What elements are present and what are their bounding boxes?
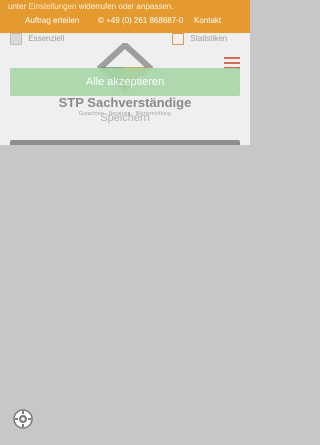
cookie-intro-text: unter Einstellungen widerrufen oder anpa… xyxy=(8,2,173,11)
settings-link[interactable]: Einstellungen xyxy=(28,2,76,11)
essential-label: Essenziell xyxy=(28,34,65,44)
intro-suffix: widerrufen oder anpassen. xyxy=(78,2,174,11)
save-button[interactable]: Speichern xyxy=(0,112,250,124)
intro-prefix: unter xyxy=(8,2,27,11)
statistics-checkbox[interactable] xyxy=(172,33,184,45)
statistics-checkbox-row[interactable]: Statistiken xyxy=(172,33,227,45)
statistics-label: Statistiken xyxy=(190,34,228,44)
phone-link[interactable]: © +49 (0) 261 868687-0 xyxy=(98,16,183,25)
brand-name: STP Sachverständige xyxy=(58,95,192,110)
accept-all-button[interactable]: Alle akzeptieren xyxy=(10,68,240,96)
top-info-bar: unter Einstellungen widerrufen oder anpa… xyxy=(0,0,250,33)
contact-link[interactable]: Kontakt xyxy=(194,16,221,25)
page-overlay xyxy=(0,145,250,445)
order-link[interactable]: Auftrag erteilen xyxy=(25,16,79,25)
gear-icon[interactable] xyxy=(12,408,34,430)
essential-checkbox-row[interactable]: Essenziell xyxy=(10,33,64,45)
essential-checkbox[interactable] xyxy=(10,33,22,45)
